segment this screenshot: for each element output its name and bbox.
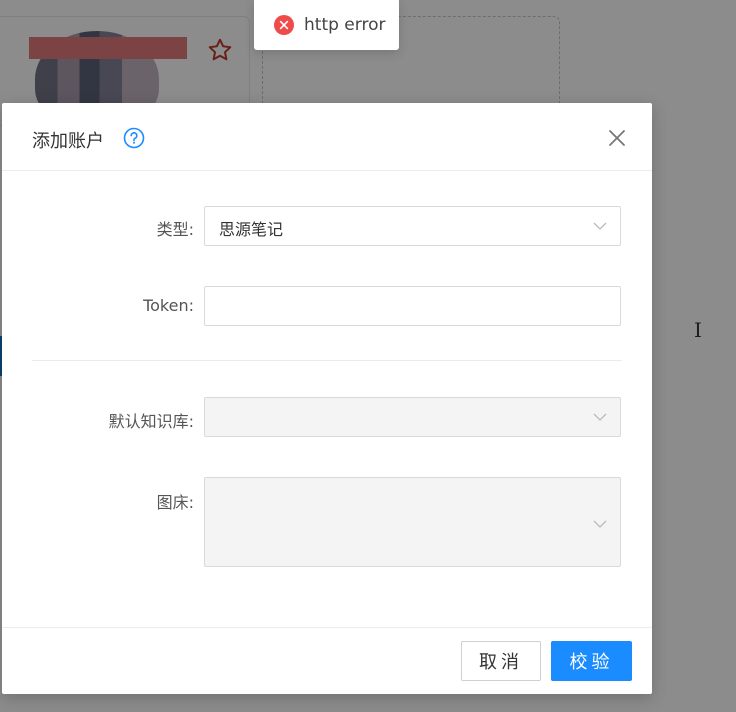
- toast-message: http error: [304, 15, 386, 35]
- type-select[interactable]: 思源笔记: [204, 206, 621, 246]
- token-label: Token:: [143, 296, 194, 315]
- token-field[interactable]: [204, 286, 621, 326]
- form-divider: [32, 360, 622, 361]
- default-notebook-label: 默认知识库:: [108, 412, 194, 431]
- image-host-label: 图床:: [156, 493, 194, 512]
- chevron-down-icon: [593, 222, 607, 230]
- dialog-footer: 取消 校验: [2, 627, 652, 694]
- dialog-title: 添加账户: [32, 131, 104, 152]
- chevron-down-icon: [593, 520, 607, 528]
- error-toast: http error: [254, 0, 399, 50]
- close-icon[interactable]: [606, 127, 628, 149]
- default-notebook-select[interactable]: [204, 397, 621, 437]
- image-host-select[interactable]: [204, 477, 621, 567]
- cancel-button[interactable]: 取消: [461, 641, 541, 681]
- token-input[interactable]: [205, 287, 620, 325]
- chevron-down-icon: [593, 413, 607, 421]
- type-label: 类型:: [156, 220, 194, 239]
- question-circle-icon[interactable]: [123, 127, 145, 149]
- error-circle-icon: [274, 15, 294, 35]
- add-account-dialog: 添加账户 类型: 思源笔记 Token: 默认知识库: 图床: 取消 校验: [2, 103, 652, 694]
- type-select-value: 思源笔记: [219, 220, 284, 239]
- verify-button[interactable]: 校验: [551, 641, 632, 681]
- dialog-header: 添加账户: [2, 103, 652, 171]
